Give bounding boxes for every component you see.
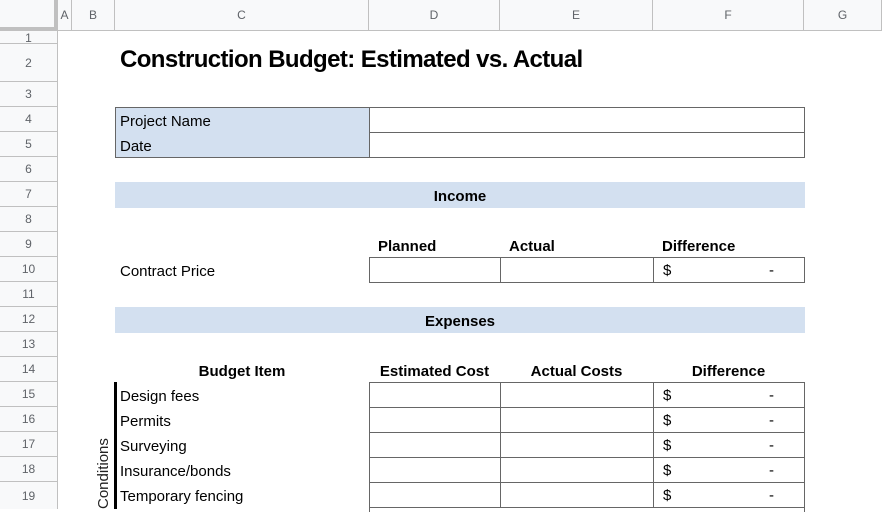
column-header-e[interactable]: E bbox=[500, 0, 653, 31]
expense-row: Surveying $ - bbox=[0, 432, 882, 458]
expenses-header-estimated: Estimated Cost bbox=[379, 363, 490, 380]
income-row-label: Contract Price bbox=[120, 263, 216, 280]
row-header-2[interactable]: 2 bbox=[0, 44, 58, 82]
currency-symbol: $ bbox=[663, 412, 672, 429]
difference-cell[interactable]: $ - bbox=[653, 382, 805, 408]
expense-item-label: Design fees bbox=[120, 388, 200, 405]
column-header-b[interactable]: B bbox=[72, 0, 115, 31]
difference-value: - bbox=[769, 462, 774, 479]
row-label: 5 bbox=[25, 137, 32, 151]
expenses-header-actual: Actual Costs bbox=[530, 363, 623, 380]
column-header-a[interactable]: A bbox=[58, 0, 72, 31]
project-name-label: Project Name bbox=[120, 113, 211, 130]
income-difference-cell[interactable]: $ - bbox=[653, 258, 804, 282]
actual-cost-cell[interactable] bbox=[500, 482, 654, 508]
row-label: 13 bbox=[21, 337, 36, 351]
expense-row: Insurance/bonds $ - bbox=[0, 457, 882, 483]
difference-value: - bbox=[769, 412, 774, 429]
expense-item-label: Surveying bbox=[120, 438, 187, 455]
row-label: 8 bbox=[25, 212, 32, 226]
estimated-cost-cell[interactable] bbox=[370, 457, 501, 483]
income-header-actual: Actual bbox=[509, 238, 555, 255]
row-header-4[interactable]: 4 bbox=[0, 107, 58, 132]
actual-cost-cell[interactable] bbox=[500, 432, 654, 458]
row-header-3[interactable]: 3 bbox=[0, 82, 58, 107]
column-header-c[interactable]: C bbox=[115, 0, 369, 31]
column-header-d[interactable]: D bbox=[369, 0, 500, 31]
income-header-planned: Planned bbox=[378, 238, 437, 255]
project-name-field[interactable] bbox=[369, 107, 805, 133]
row-header-13[interactable]: 13 bbox=[0, 332, 58, 357]
row-header-11[interactable]: 11 bbox=[0, 282, 58, 307]
currency-symbol: $ bbox=[663, 262, 672, 279]
row-header-8[interactable]: 8 bbox=[0, 207, 58, 232]
expenses-header-difference: Difference bbox=[691, 363, 766, 380]
expense-row: Temporary fencing $ - bbox=[0, 482, 882, 509]
select-all-corner[interactable] bbox=[0, 0, 58, 31]
difference-cell[interactable]: $ - bbox=[653, 457, 805, 483]
row-label: 4 bbox=[25, 112, 32, 126]
expense-row: Permits $ - bbox=[0, 407, 882, 433]
actual-cost-cell[interactable] bbox=[500, 457, 654, 483]
row-label: 7 bbox=[25, 187, 32, 201]
actual-cost-cell[interactable] bbox=[500, 407, 654, 433]
estimated-cost-cell[interactable] bbox=[370, 482, 501, 508]
row-label: 12 bbox=[21, 312, 36, 326]
currency-symbol: $ bbox=[663, 437, 672, 454]
row-header-5[interactable]: 5 bbox=[0, 132, 58, 157]
column-label: C bbox=[237, 8, 246, 22]
income-planned-cell[interactable] bbox=[369, 258, 501, 282]
row-label: 1 bbox=[25, 31, 32, 45]
estimated-cost-cell[interactable] bbox=[370, 432, 501, 458]
row-header-6[interactable]: 6 bbox=[0, 157, 58, 182]
column-label: E bbox=[571, 8, 580, 22]
difference-cell[interactable]: $ - bbox=[653, 407, 805, 433]
income-actual-cell[interactable] bbox=[500, 258, 654, 282]
row-header-12[interactable]: 12 bbox=[0, 307, 58, 332]
row-header-14[interactable]: 14 bbox=[0, 357, 58, 382]
difference-cell[interactable]: $ - bbox=[653, 482, 805, 508]
date-label: Date bbox=[120, 138, 152, 155]
expense-item-label: Insurance/bonds bbox=[120, 463, 231, 480]
row-label: 3 bbox=[25, 87, 32, 101]
row-header-7[interactable]: 7 bbox=[0, 182, 58, 207]
currency-symbol: $ bbox=[663, 462, 672, 479]
row-label: 14 bbox=[21, 362, 36, 376]
column-label: F bbox=[724, 8, 732, 22]
estimated-cost-cell[interactable] bbox=[370, 382, 501, 408]
row-label: 9 bbox=[25, 237, 32, 251]
row-label: 11 bbox=[22, 287, 35, 301]
row-header-9[interactable]: 9 bbox=[0, 232, 58, 257]
difference-value: - bbox=[769, 437, 774, 454]
row-header-1[interactable]: 1 bbox=[0, 31, 58, 44]
difference-value: - bbox=[769, 262, 774, 279]
difference-value: - bbox=[769, 487, 774, 504]
row-header-10[interactable]: 10 bbox=[0, 257, 58, 282]
expense-item-label: Permits bbox=[120, 413, 171, 430]
row-label: 10 bbox=[21, 262, 36, 276]
expenses-header-item: Budget Item bbox=[198, 363, 286, 380]
page-title: Construction Budget: Estimated vs. Actua… bbox=[120, 46, 583, 73]
column-label: B bbox=[88, 8, 97, 22]
column-header-g[interactable]: G bbox=[804, 0, 882, 31]
income-header-difference: Difference bbox=[662, 238, 736, 255]
expense-item-label: Temporary fencing bbox=[120, 488, 244, 505]
estimated-cost-cell[interactable] bbox=[370, 407, 501, 433]
column-label: D bbox=[429, 8, 439, 22]
expenses-section-label: Expenses bbox=[424, 313, 496, 330]
column-label: A bbox=[60, 8, 69, 22]
difference-value: - bbox=[769, 387, 774, 404]
date-field[interactable] bbox=[369, 132, 805, 158]
currency-symbol: $ bbox=[663, 487, 672, 504]
row-label: 2 bbox=[25, 55, 32, 70]
column-label: G bbox=[837, 8, 848, 22]
row-label: 6 bbox=[25, 162, 32, 176]
actual-cost-cell[interactable] bbox=[500, 382, 654, 408]
expense-row: Design fees $ - bbox=[0, 382, 882, 408]
currency-symbol: $ bbox=[663, 387, 672, 404]
income-section-label: Income bbox=[433, 188, 487, 205]
difference-cell[interactable]: $ - bbox=[653, 432, 805, 458]
column-header-f[interactable]: F bbox=[653, 0, 804, 31]
